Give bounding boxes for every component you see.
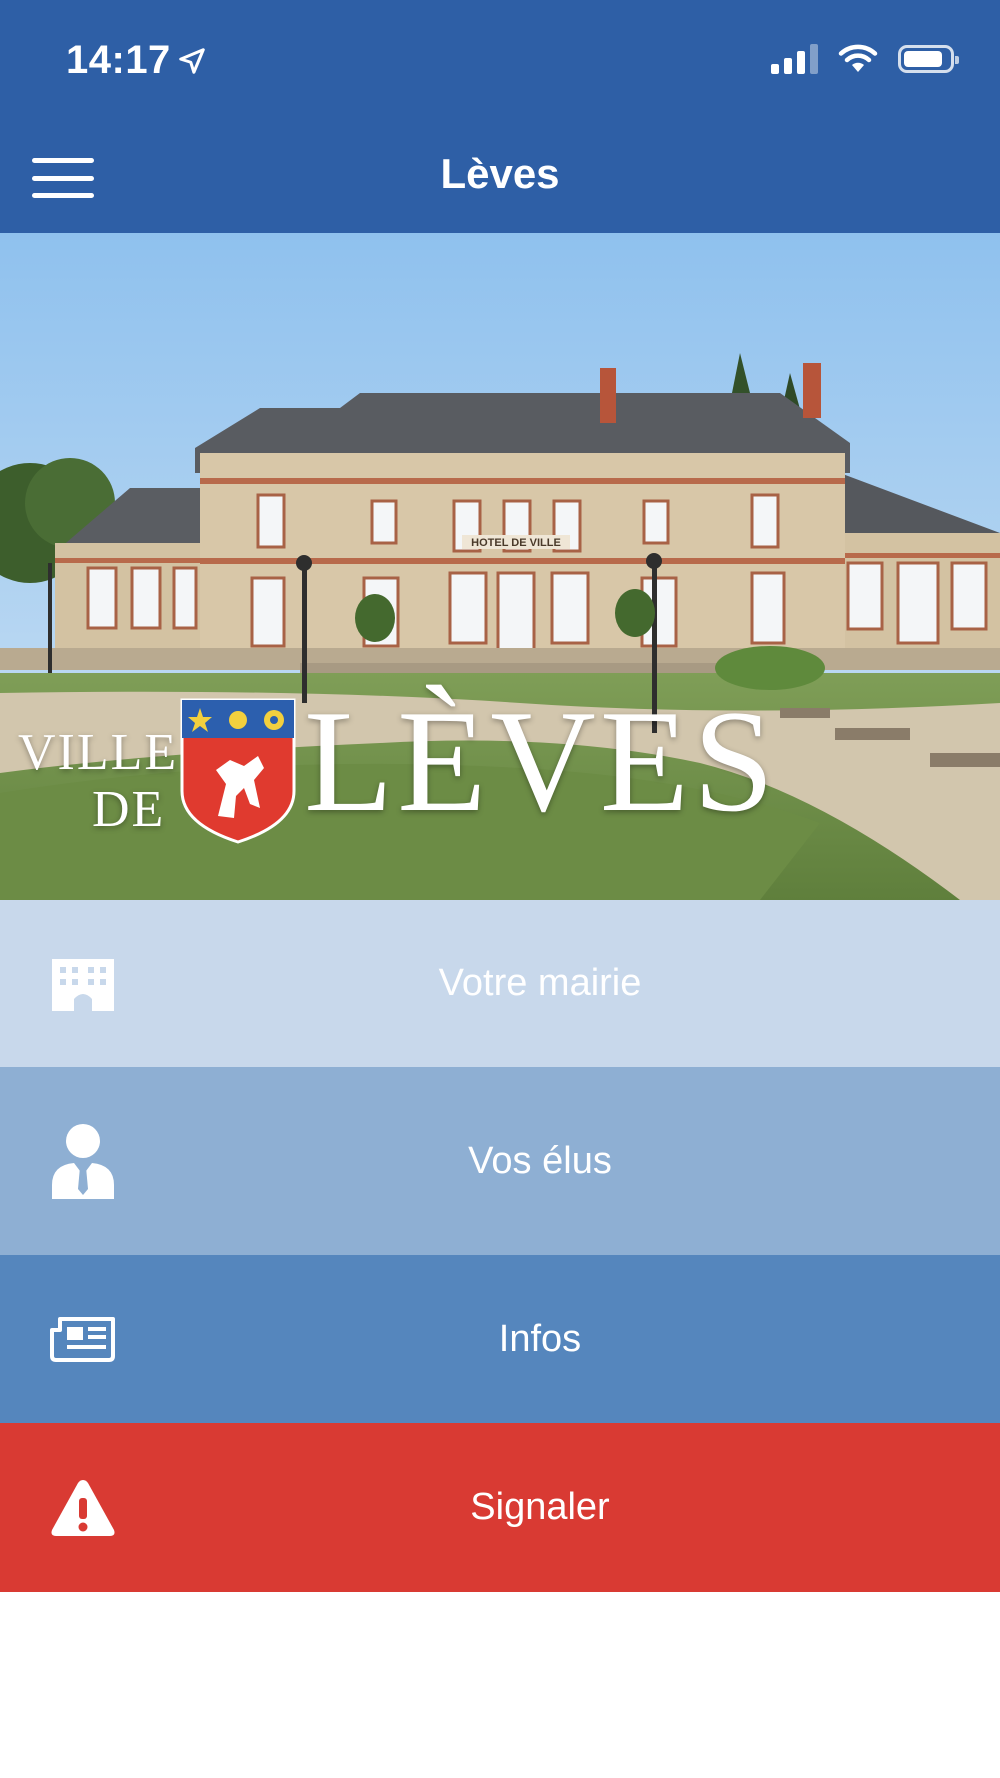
app-header: 14:17 Lèves — [0, 0, 1000, 233]
town-hall-building-icon — [50, 951, 116, 1017]
menu-item-label: Signaler — [470, 1486, 610, 1528]
location-arrow-icon — [179, 47, 205, 74]
menu-item-vos-elus[interactable]: Vos élus — [0, 1067, 1000, 1255]
logo-text-ville: VILLE — [18, 724, 179, 781]
status-time-text: 14:17 — [66, 38, 171, 82]
menu-item-label: Infos — [498, 1317, 582, 1360]
status-icons — [771, 44, 959, 74]
building-sign: HOTEL DE VILLE — [471, 537, 561, 549]
menu-item-label: Votre mairie — [438, 962, 642, 1004]
warning-triangle-icon — [50, 1475, 116, 1541]
menu-item-votre-mairie[interactable]: Votre mairie — [0, 900, 1000, 1067]
menu-item-signaler[interactable]: Signaler — [0, 1423, 1000, 1592]
cellular-signal-icon — [771, 44, 818, 74]
logo-text-leves: LÈVES — [304, 680, 779, 842]
menu-item-infos[interactable]: Infos — [0, 1255, 1000, 1423]
person-suit-icon — [50, 1124, 116, 1199]
wifi-icon — [838, 44, 878, 72]
logo-text-de: DE — [92, 781, 166, 838]
battery-icon — [898, 45, 959, 73]
status-time: 14:17 — [66, 38, 207, 83]
menu-item-label: Vos élus — [468, 1139, 612, 1182]
newspaper-icon — [50, 1306, 116, 1372]
page-title: Lèves — [440, 150, 560, 197]
hero-banner: HOTEL DE VILLE VILLE DE LÈVES — [0, 233, 1000, 900]
coat-of-arms-icon — [180, 698, 296, 844]
